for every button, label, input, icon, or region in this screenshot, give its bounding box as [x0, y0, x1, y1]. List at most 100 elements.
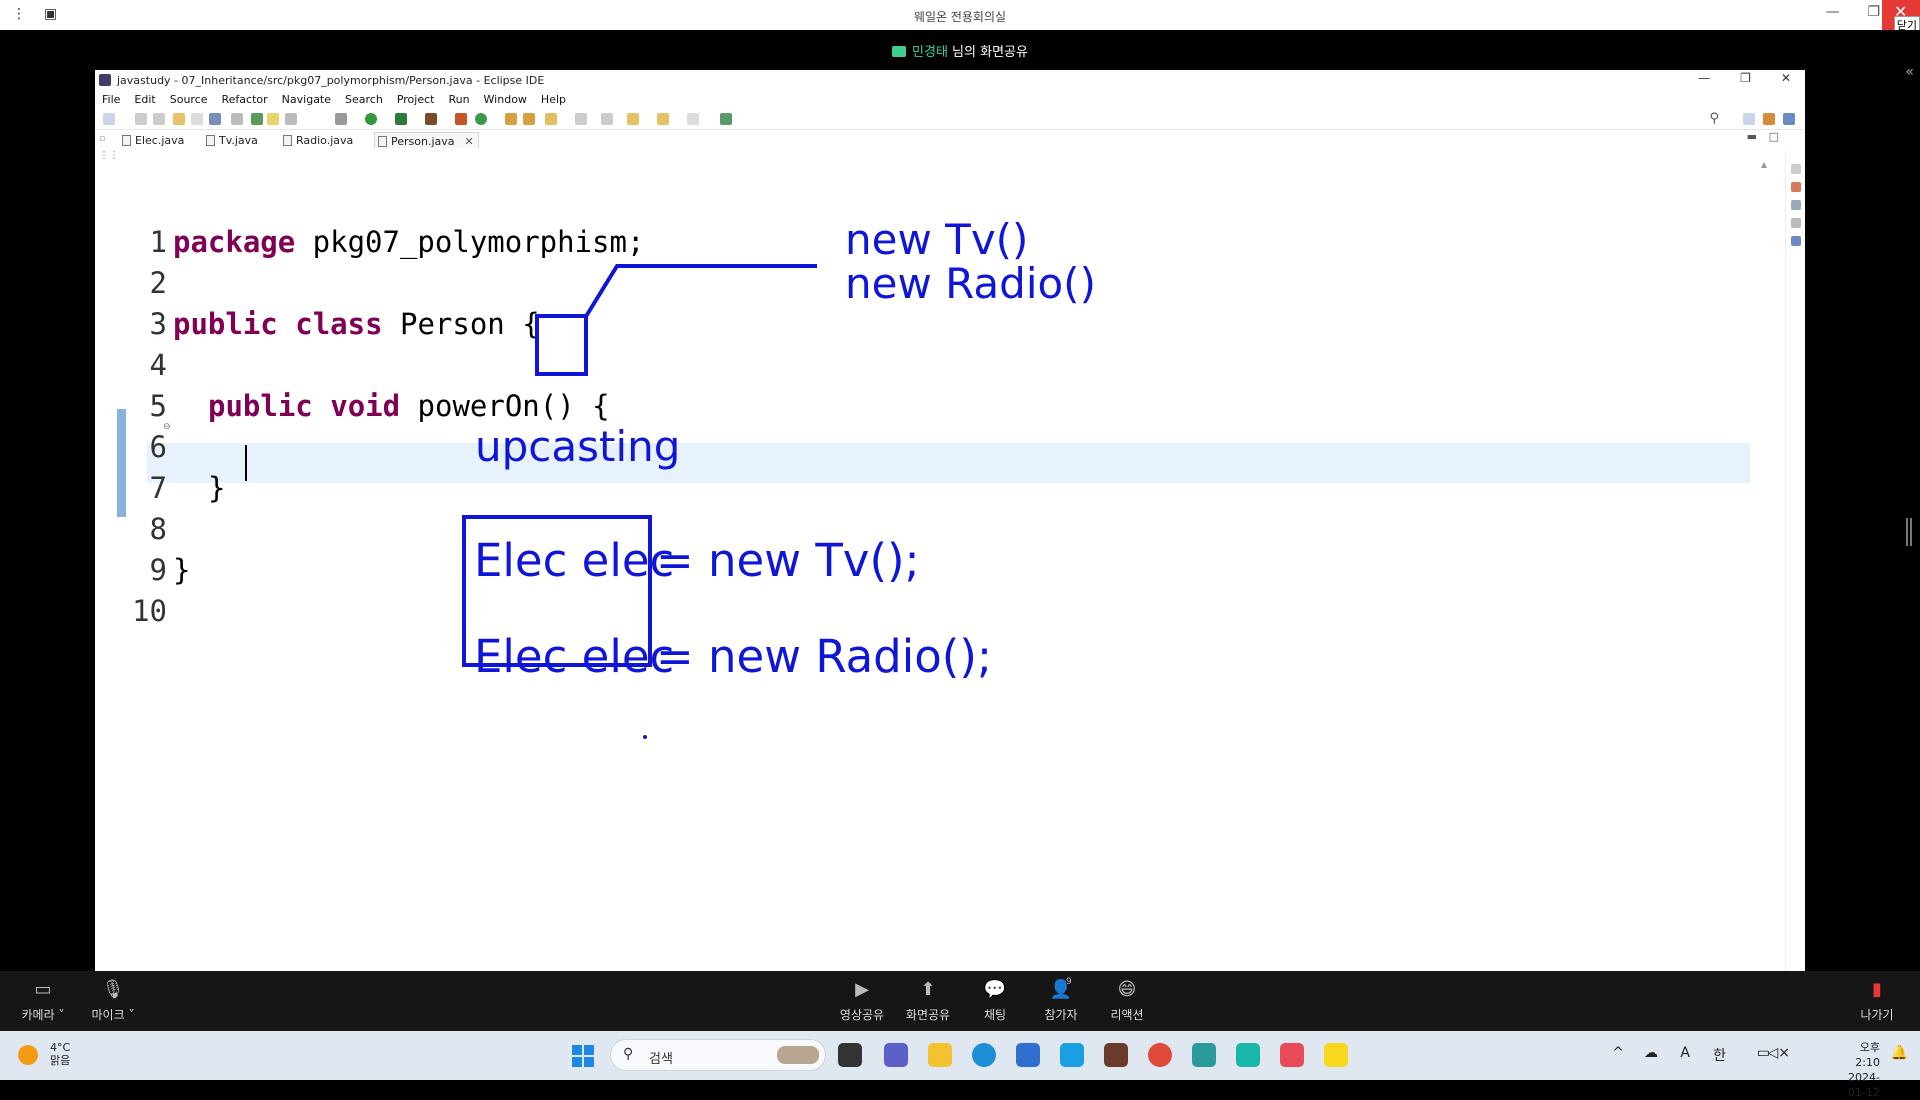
external-tools-icon[interactable]	[425, 113, 437, 125]
search-icon[interactable]: ⚲	[1709, 111, 1719, 126]
ime-language[interactable]: 한	[1713, 1045, 1726, 1065]
menu-help[interactable]: Help	[541, 93, 566, 106]
whale-on-meeting-icon[interactable]	[1236, 1043, 1260, 1067]
chat-icon: 💬	[983, 979, 1007, 1000]
menu-file[interactable]: File	[102, 93, 120, 106]
menu-refactor[interactable]: Refactor	[222, 93, 268, 106]
volume-mute-icon[interactable]: ◁×	[1768, 1045, 1791, 1061]
task-view-icon[interactable]	[838, 1043, 862, 1067]
console-icon[interactable]	[1791, 236, 1801, 246]
restore-view-icon[interactable]: ▫	[99, 134, 105, 144]
store-icon[interactable]	[1016, 1043, 1040, 1067]
kakaotalk-icon[interactable]	[1324, 1043, 1348, 1067]
java-file-icon	[378, 136, 387, 147]
notification-bell-icon[interactable]: 🔔	[1891, 1045, 1908, 1061]
run-icon[interactable]	[365, 113, 377, 125]
terminal-icon[interactable]	[209, 113, 221, 125]
java-ee-perspective-icon[interactable]	[1763, 113, 1775, 125]
clock[interactable]: 오후 2:10 2024-01-12	[1848, 1040, 1880, 1100]
task-list-icon[interactable]	[1791, 200, 1801, 210]
menu-source[interactable]: Source	[170, 93, 208, 106]
tab-elec-java[interactable]: Elec.java	[119, 132, 188, 148]
fold-collapse-icon[interactable]: ⊖	[163, 422, 171, 432]
tab-person-java[interactable]: Person.java ✕	[374, 132, 479, 148]
weather-widget[interactable]: 4°C 맑음	[18, 1041, 70, 1067]
menu-navigate[interactable]: Navigate	[282, 93, 331, 106]
pointer-icon[interactable]	[231, 113, 243, 125]
scroll-up-arrow-icon[interactable]: ▲	[1761, 160, 1767, 169]
leave-button[interactable]: ▮ 나가기	[1842, 979, 1912, 1023]
package-explorer-icon[interactable]: ⋮⋮	[99, 150, 119, 161]
camera-label: 카메라	[21, 1008, 55, 1022]
open-perspective-icon[interactable]	[1743, 113, 1755, 125]
close-tab-icon[interactable]: ✕	[465, 135, 474, 148]
forward-icon[interactable]	[687, 113, 699, 125]
back-icon[interactable]	[657, 113, 669, 125]
new-package-icon[interactable]	[455, 113, 467, 125]
new-icon[interactable]	[103, 113, 115, 125]
menu-search[interactable]: Search	[345, 93, 383, 106]
mysql-workbench-icon[interactable]	[1060, 1043, 1084, 1067]
chrome-icon[interactable]	[1148, 1043, 1172, 1067]
sun-icon	[18, 1045, 38, 1065]
eclipse-close-button[interactable]: ✕	[1781, 71, 1791, 85]
tab-radio-java[interactable]: Radio.java	[280, 132, 357, 148]
restore-icon[interactable]	[1791, 164, 1801, 174]
new-class-icon[interactable]	[475, 113, 487, 125]
tab-tv-java[interactable]: Tv.java	[203, 132, 262, 148]
maximize-editor-icon[interactable]: □	[1769, 130, 1779, 143]
last-edit-icon[interactable]	[627, 113, 639, 125]
menu-window[interactable]: Window	[484, 93, 527, 106]
minimize-editor-icon[interactable]: ▬	[1747, 130, 1757, 143]
undo-icon[interactable]	[173, 113, 185, 125]
search-ref-icon[interactable]	[251, 113, 263, 125]
start-button[interactable]	[572, 1045, 594, 1067]
teams-chat-icon[interactable]	[884, 1043, 908, 1067]
menu-project[interactable]: Project	[397, 93, 435, 106]
camera-button[interactable]: ▭ 카메라 ˅	[8, 979, 78, 1023]
edge-browser-icon[interactable]	[972, 1043, 996, 1067]
app-icon[interactable]	[1104, 1043, 1128, 1067]
next-annotation-icon[interactable]	[575, 113, 587, 125]
problems-icon[interactable]	[1791, 218, 1801, 228]
taskbar-search[interactable]: ⚲ 검색	[610, 1039, 826, 1071]
close-meeting-button[interactable]: ✕ 닫기	[1882, 0, 1920, 34]
redo-icon[interactable]	[191, 113, 203, 125]
resize-handle[interactable]	[1906, 518, 1912, 546]
app-red-icon[interactable]	[1280, 1043, 1304, 1067]
java-perspective-icon[interactable]	[1783, 113, 1795, 125]
eclipse-minimize-button[interactable]: —	[1698, 71, 1710, 85]
ime-mode[interactable]: A	[1680, 1045, 1690, 1061]
coverage-icon[interactable]	[395, 113, 407, 125]
chat-button[interactable]: 💬 채팅	[960, 979, 1030, 1023]
highlight-icon[interactable]	[267, 113, 279, 125]
menu-run[interactable]: Run	[448, 93, 469, 106]
reaction-button[interactable]: 😄 리액션	[1092, 979, 1162, 1023]
file-explorer-icon[interactable]	[928, 1043, 952, 1067]
screen-share-button[interactable]: ⬆ 화면공유	[893, 979, 963, 1023]
keyword: public	[173, 307, 278, 341]
pin-editor-icon[interactable]	[720, 113, 732, 125]
mic-button[interactable]: 🎙 마이크 ˅	[78, 979, 148, 1023]
line-number: 5	[149, 389, 167, 423]
search-tool-icon[interactable]	[545, 113, 557, 125]
collapse-panel-icon[interactable]: «	[1905, 64, 1914, 80]
prev-annotation-icon[interactable]	[601, 113, 613, 125]
participants-button[interactable]: 👤 9 참가자	[1026, 977, 1096, 1023]
outline-icon[interactable]	[1791, 182, 1801, 192]
cloud-off-icon[interactable]: ☁	[1644, 1045, 1658, 1061]
save-icon[interactable]	[135, 113, 147, 125]
minimize-button[interactable]: —	[1825, 4, 1839, 20]
debug-icon[interactable]	[335, 113, 347, 125]
search-icon: ⚲	[623, 1046, 634, 1062]
save-all-icon[interactable]	[153, 113, 165, 125]
menu-edit[interactable]: Edit	[134, 93, 155, 106]
chevron-up-icon[interactable]: ^	[1612, 1045, 1624, 1061]
spring-tool-icon[interactable]	[1192, 1043, 1216, 1067]
eclipse-maximize-button[interactable]: ❐	[1740, 71, 1751, 85]
restore-button[interactable]: ❐	[1867, 4, 1880, 20]
open-task-icon[interactable]	[523, 113, 535, 125]
toggle-icon[interactable]	[285, 113, 297, 125]
open-type-icon[interactable]	[505, 113, 517, 125]
video-share-button[interactable]: ▶ 영상공유	[827, 979, 897, 1023]
